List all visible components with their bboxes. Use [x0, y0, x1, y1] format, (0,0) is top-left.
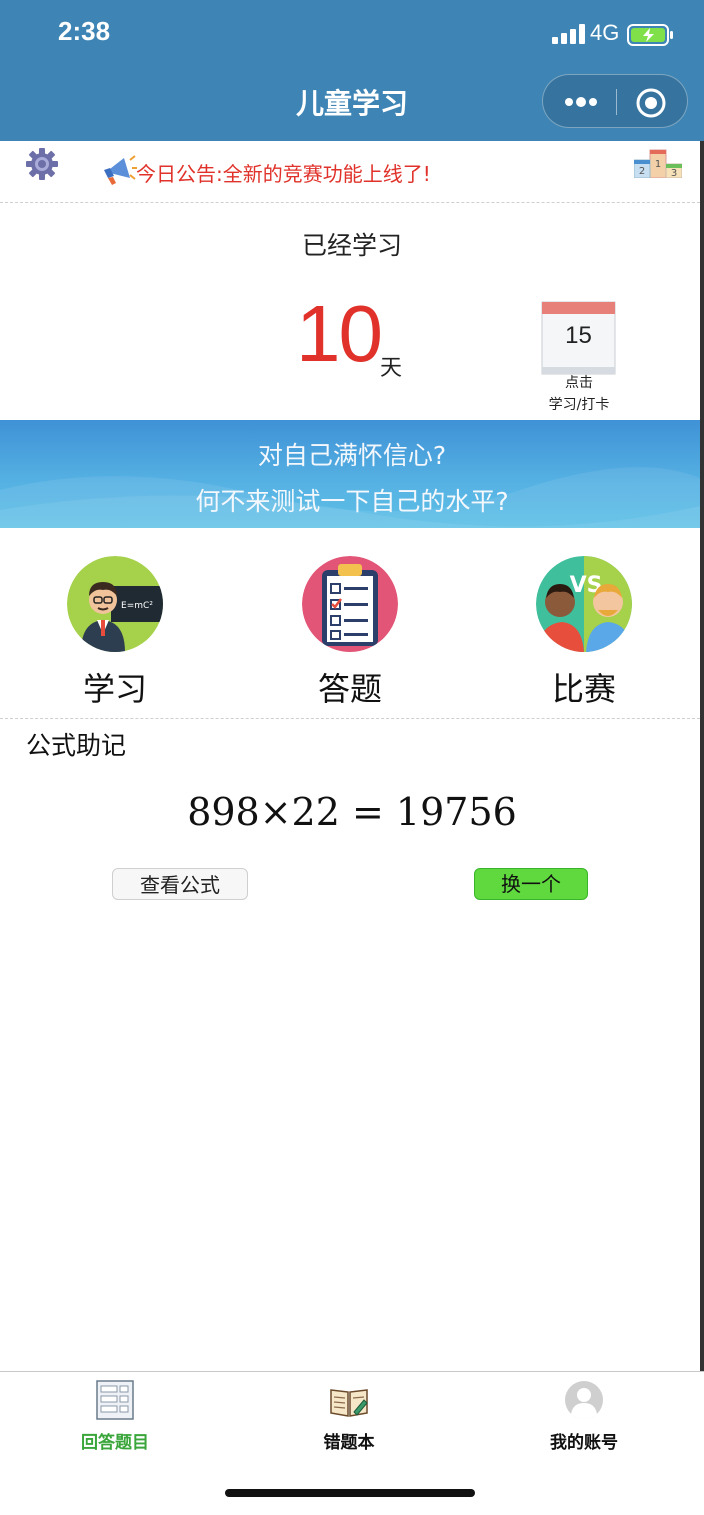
svg-text:3: 3	[671, 168, 677, 178]
signal-icon	[552, 24, 585, 44]
banner-line1: 对自己满怀信心?	[257, 441, 447, 470]
tab-wrong-book[interactable]: 错题本	[269, 1380, 429, 1453]
study-days-unit: 天	[380, 356, 403, 381]
feature-study[interactable]: E=mC² 学习	[35, 556, 195, 710]
question-list-icon	[96, 1380, 134, 1420]
next-formula-button[interactable]: 换一个	[474, 868, 588, 900]
podium-icon[interactable]: 1 2 3	[634, 148, 682, 178]
feature-answer[interactable]: 答题	[270, 556, 430, 710]
svg-text:E=mC²: E=mC²	[121, 601, 153, 611]
study-days-count: 10	[296, 289, 383, 378]
tab-answer-questions-label: 回答题目	[81, 1433, 149, 1453]
announcement-text[interactable]: 今日公告:全新的竞赛功能上线了!	[136, 158, 431, 187]
open-book-icon	[330, 1389, 368, 1417]
studied-label: 已经学习	[301, 231, 402, 260]
svg-text:2: 2	[639, 166, 645, 177]
challenge-banner[interactable]: 对自己满怀信心? 何不来测试一下自己的水平?	[0, 420, 704, 528]
megaphone-icon	[104, 155, 137, 185]
teacher-icon: E=mC²	[67, 556, 163, 652]
status-time: 2:38	[58, 16, 111, 46]
more-icon[interactable]	[563, 91, 599, 113]
formula-expression: 898×22 = 19756	[187, 790, 517, 834]
divider-line	[0, 202, 700, 203]
tab-answer-questions[interactable]: 回答题目	[35, 1380, 195, 1453]
network-label: 4G	[590, 20, 620, 45]
banner-line2: 何不来测试一下自己的水平?	[195, 487, 509, 516]
feature-contest[interactable]: VS 比赛	[504, 556, 664, 710]
close-target-icon[interactable]	[635, 87, 667, 119]
avatar-icon	[565, 1381, 603, 1419]
home-indicator[interactable]	[225, 1489, 475, 1497]
divider-line	[0, 718, 700, 719]
checkin-hint-line1: 点击	[565, 375, 593, 391]
feature-answer-label: 答题	[317, 670, 382, 708]
screen-edge	[700, 141, 704, 1514]
calendar-date: 15	[565, 322, 592, 349]
versus-icon: VS	[536, 556, 632, 652]
tab-my-account-label: 我的账号	[550, 1433, 618, 1453]
svg-text:1: 1	[655, 159, 661, 170]
battery-icon	[627, 24, 673, 46]
view-formula-button[interactable]: 查看公式	[112, 868, 248, 900]
tab-wrong-book-label: 错题本	[323, 1433, 375, 1453]
feature-contest-label: 比赛	[551, 670, 616, 708]
capsule-divider	[616, 89, 617, 115]
gear-icon[interactable]	[24, 146, 60, 182]
checkin-hint[interactable]: 点击 学习/打卡	[540, 372, 618, 416]
tab-my-account[interactable]: 我的账号	[504, 1380, 664, 1453]
mini-program-capsule	[542, 74, 688, 128]
feature-study-label: 学习	[82, 670, 147, 708]
checkin-hint-line2: 学习/打卡	[548, 397, 610, 413]
clipboard-quiz-icon	[302, 556, 398, 652]
formula-section-title: 公式助记	[26, 731, 127, 760]
